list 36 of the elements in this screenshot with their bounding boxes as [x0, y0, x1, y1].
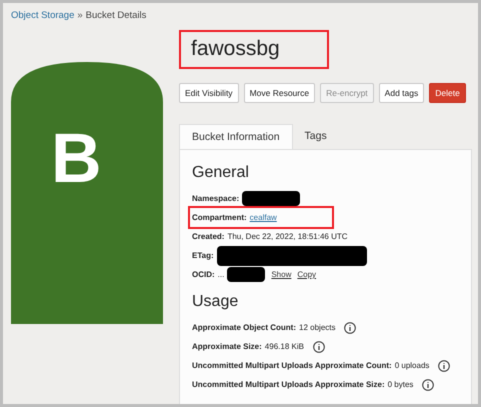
action-button[interactable]: Move Resource [244, 83, 316, 103]
action-link[interactable]: Copy [297, 270, 316, 279]
field-label: Namespace: [192, 194, 240, 203]
field-label: Approximate Size: [192, 342, 262, 351]
breadcrumb-separator: » [77, 10, 83, 21]
field-value: ... [218, 270, 224, 279]
bucket-title: fawossbg [179, 30, 329, 69]
action-link[interactable]: Show [271, 270, 292, 279]
section-heading: Usage [192, 293, 240, 311]
field-value: 0 bytes [388, 380, 414, 389]
breadcrumb-link[interactable]: Object Storage [11, 10, 74, 21]
tab[interactable]: Tags [292, 124, 339, 149]
tab[interactable]: Bucket Information [179, 124, 293, 149]
field-label: Approximate Object Count: [192, 323, 296, 332]
field-label: OCID: [192, 270, 215, 279]
field-value: 12 objects [299, 323, 336, 332]
field-value: 496.18 KiB [264, 342, 304, 351]
info-icon[interactable] [438, 360, 450, 372]
info-icon[interactable] [422, 378, 434, 390]
action-button[interactable]: Edit Visibility [179, 83, 239, 103]
bucket-icon [11, 62, 163, 324]
compartment-link[interactable]: cealfaw [250, 213, 277, 222]
breadcrumb-current: Bucket Details [86, 10, 146, 21]
info-icon[interactable] [312, 340, 325, 352]
field-value: Thu, Dec 22, 2022, 18:51:46 UTC [227, 232, 348, 241]
delete-button[interactable]: Delete [429, 83, 466, 103]
section-heading: General [192, 164, 249, 182]
field-value: 0 uploads [394, 361, 430, 370]
field-label: Created: [192, 232, 224, 241]
field-label: Uncommitted Multipart Uploads Approximate Count: [192, 361, 392, 370]
field-label: ETag: [192, 251, 214, 260]
field-label: Compartment: [192, 213, 247, 222]
action-button[interactable]: Add tags [378, 83, 424, 103]
info-icon[interactable] [344, 322, 356, 334]
bucket-letter: B [51, 123, 102, 193]
field-label: Uncommitted Multipart Uploads Approximate Size: [192, 380, 385, 389]
